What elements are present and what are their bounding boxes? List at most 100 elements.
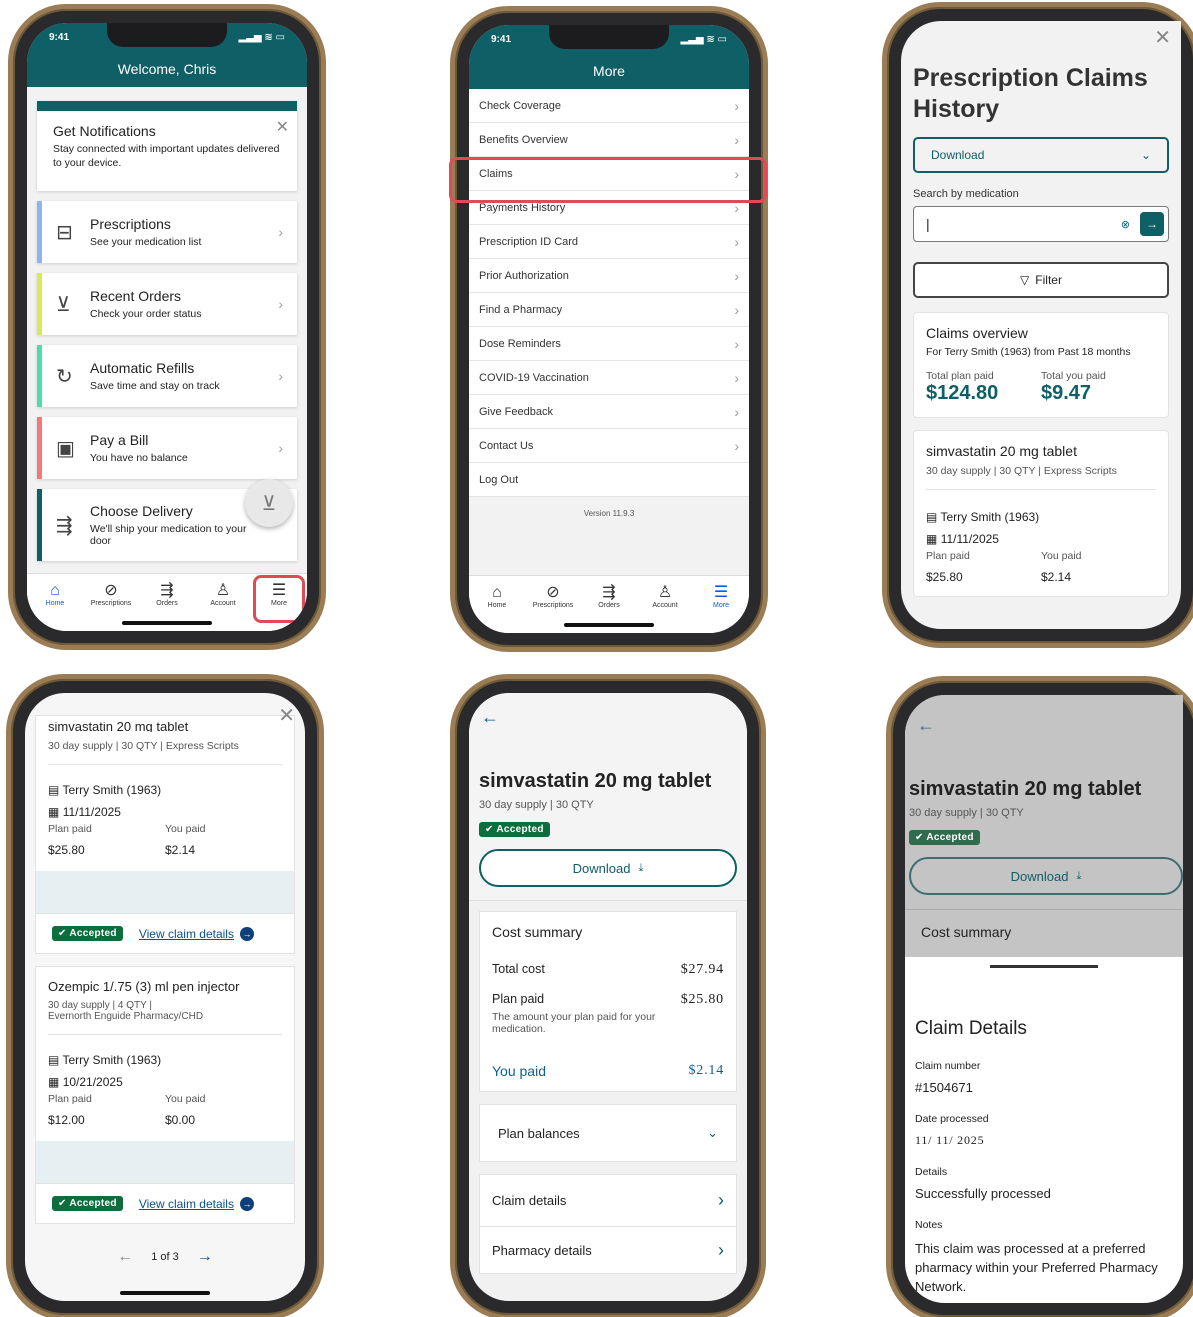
menu-item-label: Give Feedback (479, 405, 553, 418)
tab-home[interactable]: ⌂ Home (29, 582, 81, 631)
menu-item-dose-reminders[interactable]: Dose Reminders › (469, 327, 749, 361)
arrow-right-icon[interactable]: → (197, 1248, 213, 1266)
plan-paid-label: Plan paid (926, 550, 970, 562)
chevron-right-icon: › (278, 440, 283, 456)
arrow-circle-icon[interactable]: → (239, 926, 254, 941)
pharmacy-details-row[interactable]: Pharmacy details › (480, 1227, 736, 1273)
download-button[interactable]: Download ⤓ (479, 849, 737, 887)
phone-claim-sheet: ← simvastatin 20 mg tablet 30 day supply… (886, 676, 1193, 1317)
tab-label: Home (487, 602, 507, 609)
home-icon: ⌂ (492, 584, 502, 601)
close-icon[interactable]: ✕ (1154, 25, 1171, 50)
menu-item-find-a-pharmacy[interactable]: Find a Pharmacy › (469, 293, 749, 327)
search-field[interactable]: | ⊗ → (913, 206, 1169, 242)
claim-details-label: Claim details (492, 1193, 567, 1208)
recent-orders-card[interactable]: ⊻ Recent Orders Check your order status › (37, 273, 297, 335)
plan-balances-row[interactable]: Plan balances ⌄ (479, 1104, 737, 1162)
card-sub: Check your order status (90, 308, 202, 320)
view-claim-details-link[interactable]: View claim details (139, 1197, 234, 1211)
claim-details-row[interactable]: Claim details › (480, 1175, 736, 1227)
plan-paid-label: Plan paid (48, 1093, 92, 1105)
sheet-title: Claim Details (915, 1018, 1027, 1039)
back-arrow-icon[interactable]: ← (905, 709, 1183, 742)
arrow-left-icon[interactable]: ← (117, 1248, 133, 1266)
arrow-circle-icon[interactable]: → (239, 1196, 254, 1211)
person-card-icon: ▤ (48, 1053, 60, 1067)
claim-name: simvastatin 20 mg tablet (926, 443, 1077, 459)
drug-title: simvastatin 20 mg tablet (479, 770, 712, 792)
close-icon[interactable]: ✕ (278, 703, 295, 728)
status-badge: ✔ Accepted (52, 1196, 123, 1211)
phone-more: 9:41 ▂▃▅ ≋ ▭ More Check Coverage › Benefits… (449, 6, 768, 652)
drug-title: simvastatin 20 mg tablet (909, 778, 1142, 800)
wallet-icon: ▣ (56, 437, 75, 460)
cart-fab-button[interactable]: ⊻ (245, 479, 293, 527)
download-icon: ⤓ (1076, 869, 1082, 882)
search-input-caret[interactable]: | (926, 216, 1121, 232)
status-text: Accepted (69, 1198, 117, 1209)
back-arrow-icon[interactable]: ← (469, 701, 747, 734)
filter-icon: ▽ (1020, 273, 1030, 287)
claim-meta: 30 day supply | 30 QTY | Express Scripts (48, 740, 282, 765)
drug-subtitle: 30 day supply | 30 QTY (909, 807, 1024, 819)
menu-item-covid-19-vaccination[interactable]: COVID-19 Vaccination › (469, 361, 749, 395)
claim-person: Terry Smith (1963) (62, 1053, 162, 1067)
claim-person: Terry Smith (1963) (62, 783, 162, 797)
automatic-refills-card[interactable]: ↻ Automatic Refills Save time and stay on… (37, 345, 297, 407)
tab-more[interactable]: ☰ More (695, 584, 747, 633)
filter-button[interactable]: ▽ Filter (913, 262, 1169, 298)
claims-scrolled-screen: ✕ simvastatin 20 mg tablet 30 day supply… (25, 693, 305, 1301)
notes-value: This claim was processed at a preferred … (915, 1241, 1158, 1294)
notes-label: Notes (915, 1219, 943, 1231)
overview-subtitle: For Terry Smith (1963) from Past 18 mont… (926, 346, 1156, 358)
plan-balances-label: Plan balances (498, 1125, 580, 1141)
total-plan-value: $124.80 (926, 382, 999, 404)
chevron-right-icon: › (734, 267, 739, 284)
chevron-right-icon: › (718, 1239, 724, 1260)
chevron-down-icon: ⌄ (707, 1125, 718, 1140)
view-claim-details-link[interactable]: View claim details (139, 927, 234, 941)
pagination: ← 1 of 3 → (25, 1248, 305, 1266)
claim-name: simvastatin 20 mg tablet (48, 722, 189, 732)
card-sub: See your medication list (90, 236, 202, 248)
download-dropdown[interactable]: Download ⌄ (913, 137, 1169, 173)
menu-item-prior-authorization[interactable]: Prior Authorization › (469, 259, 749, 293)
menu-item-prescription-id-card[interactable]: Prescription ID Card › (469, 225, 749, 259)
pill-icon: ⊘ (104, 582, 118, 599)
overview-person: Terry Smith (1963) (944, 346, 1031, 358)
drug-subtitle: 30 day supply | 30 QTY (479, 799, 594, 811)
search-submit-button[interactable]: → (1140, 212, 1164, 236)
card-sub: We'll ship your medication to your door (90, 523, 247, 547)
overview-for: For (926, 346, 942, 358)
status-text: Accepted (496, 824, 544, 835)
status-text: Accepted (69, 928, 117, 939)
tab-label: Orders (598, 602, 620, 609)
refill-icon: ↻ (56, 365, 73, 388)
menu-item-label: Benefits Overview (479, 133, 568, 146)
you-paid-value: $2.14 (1041, 570, 1072, 584)
tab-home[interactable]: ⌂ Home (471, 584, 523, 633)
clear-icon[interactable]: ⊗ (1121, 218, 1130, 231)
menu-item-check-coverage[interactable]: Check Coverage › (469, 89, 749, 123)
status-time: 9:41 (49, 31, 70, 43)
you-paid-label: You paid (165, 823, 206, 835)
cart-icon: ⊻ (56, 293, 71, 316)
claim-number-value: #1504671 (915, 1080, 973, 1095)
cart-icon: ⊻ (261, 492, 277, 515)
prescription-bottle-icon: ⊟ (56, 221, 73, 244)
phone-home: 9:41 ▂▃▅ ≋ ▭ Welcome, Chris Get Notificat… (8, 4, 326, 650)
menu-item-contact-us[interactable]: Contact Us › (469, 429, 749, 463)
more-menu-list: Check Coverage › Benefits Overview › Claims ›… (469, 89, 749, 497)
prescriptions-card[interactable]: ⊟ Prescriptions See your medication list … (37, 201, 297, 263)
total-plan-label: Total plan paid (926, 370, 994, 382)
you-paid-label: You paid (165, 1093, 206, 1105)
menu-item-benefits-overview[interactable]: Benefits Overview › (469, 123, 749, 157)
menu-item-log-out[interactable]: Log Out (469, 463, 749, 497)
menu-item-give-feedback[interactable]: Give Feedback › (469, 395, 749, 429)
close-icon[interactable]: ✕ (276, 117, 289, 137)
card-title: Automatic Refills (90, 360, 195, 376)
notifications-card[interactable]: Get Notifications Stay connected with im… (37, 101, 297, 191)
you-paid-label: You paid (1041, 550, 1082, 562)
claim-pharmacy: Evernorth Enguide Pharmacy/CHD (48, 1011, 282, 1035)
pay-bill-card[interactable]: ▣ Pay a Bill You have no balance › (37, 417, 297, 479)
